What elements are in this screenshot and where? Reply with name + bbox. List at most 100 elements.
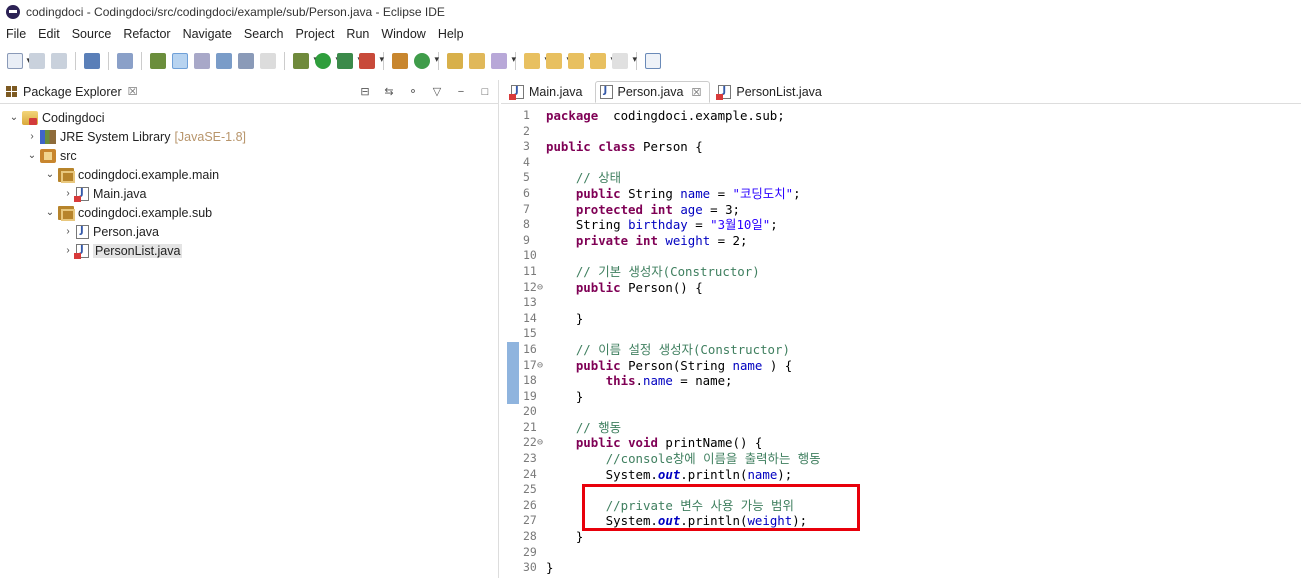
menu-project[interactable]: Project xyxy=(296,27,335,41)
save-icon[interactable] xyxy=(29,53,45,69)
java-file-icon xyxy=(76,224,89,239)
open-type-hierarchy-icon[interactable] xyxy=(447,53,463,69)
debug-icon[interactable] xyxy=(293,53,318,69)
line-number: 29 xyxy=(523,544,537,559)
collapse-all-icon[interactable]: ⊟ xyxy=(358,86,372,98)
menu-refactor[interactable]: Refactor xyxy=(123,27,170,41)
fold-collapse-icon[interactable] xyxy=(537,280,543,296)
editor-tab[interactable]: Person.java ☒ xyxy=(594,81,711,103)
previous-annotation-icon[interactable] xyxy=(546,53,571,69)
chevron-right-icon[interactable]: › xyxy=(62,245,74,256)
line-number: 16 xyxy=(501,341,546,358)
tree-item[interactable]: ⌄ Codingdoci xyxy=(0,108,498,127)
line-number: 2 xyxy=(523,123,530,138)
terminal-icon[interactable] xyxy=(84,53,100,69)
tree-item-label: PersonList.java xyxy=(93,243,183,258)
code-line: 2 xyxy=(501,124,1301,140)
line-number: 22 xyxy=(501,435,546,451)
menu-run[interactable]: Run xyxy=(346,27,369,41)
menu-help[interactable]: Help xyxy=(438,27,464,41)
fold-collapse-icon[interactable] xyxy=(537,435,543,451)
chevron-down-icon[interactable]: ⌄ xyxy=(8,112,20,123)
skip-breakpoints-icon[interactable] xyxy=(117,53,133,69)
menu-navigate[interactable]: Navigate xyxy=(183,27,232,41)
code-text: String birthday = "3월10일"; xyxy=(546,217,778,233)
run-icon[interactable] xyxy=(315,53,340,69)
link-with-editor-icon[interactable]: ⇆ xyxy=(382,86,396,98)
menu-edit[interactable]: Edit xyxy=(38,27,60,41)
tree-item[interactable]: › Person.java xyxy=(0,222,498,241)
pen-icon[interactable] xyxy=(491,53,516,69)
package-explorer-view: Package Explorer ☒ ⊟ ⇆ ⚬ ▽ − □ ⌄ Codingdo… xyxy=(0,80,499,578)
coverage-icon[interactable] xyxy=(337,53,362,69)
maximize-icon[interactable]: □ xyxy=(478,86,492,98)
line-number: 24 xyxy=(523,466,537,481)
menu-window[interactable]: Window xyxy=(381,27,425,41)
code-line: 14 } xyxy=(501,311,1301,327)
menu-source[interactable]: Source xyxy=(72,27,112,41)
external-tools-icon[interactable] xyxy=(359,53,384,69)
line-number: 15 xyxy=(523,326,537,341)
line-number: 18 xyxy=(501,373,546,389)
code-area[interactable]: 1 package codingdoci.example.sub; 2 3 public… xyxy=(501,104,1301,576)
line-number: 4 xyxy=(523,154,530,169)
pin-editor-icon[interactable] xyxy=(645,53,661,69)
back-icon[interactable] xyxy=(590,53,615,69)
line-number: 30 xyxy=(523,560,537,575)
code-text: public class Person { xyxy=(546,139,703,155)
last-edit-location-icon[interactable] xyxy=(568,53,593,69)
view-menu-icon[interactable]: ▽ xyxy=(430,86,444,98)
chevron-right-icon[interactable]: › xyxy=(62,188,74,199)
code-text: // 상태 xyxy=(575,170,622,186)
code-line: 22 public void printName() { xyxy=(501,435,1301,451)
chevron-down-icon[interactable]: ⌄ xyxy=(26,150,38,161)
code-text: public void printName() { xyxy=(575,435,763,451)
tree-item[interactable]: › PersonList.java xyxy=(0,241,498,260)
tree-item[interactable]: ⌄ src xyxy=(0,146,498,165)
block-selection-icon[interactable] xyxy=(238,53,254,69)
package-explorer-tab[interactable]: Package Explorer ☒ ⊟ ⇆ ⚬ ▽ − □ xyxy=(0,80,498,104)
editor-tab[interactable]: PersonList.java xyxy=(714,81,829,103)
editor-tab[interactable]: Main.java xyxy=(507,81,591,103)
menu-file[interactable]: File xyxy=(6,27,26,41)
line-number: 21 xyxy=(523,419,537,434)
chevron-down-icon[interactable]: ⌄ xyxy=(44,207,56,218)
code-text: } xyxy=(546,310,584,326)
line-number: 9 xyxy=(523,232,530,247)
package-explorer-title: Package Explorer xyxy=(23,84,122,99)
java-perspective-icon[interactable] xyxy=(150,53,166,69)
minimize-icon[interactable]: − xyxy=(454,86,468,98)
code-text: public Person() { xyxy=(575,279,703,295)
tree-item-label: Main.java xyxy=(93,186,147,201)
search-icon[interactable] xyxy=(216,53,232,69)
focus-icon[interactable]: ⚬ xyxy=(406,86,420,98)
open-folder-icon[interactable] xyxy=(469,53,485,69)
tree-item[interactable]: › Main.java xyxy=(0,184,498,203)
close-icon[interactable]: ☒ xyxy=(692,86,702,99)
save-all-icon[interactable] xyxy=(51,53,67,69)
menu-search[interactable]: Search xyxy=(244,27,284,41)
code-line: 13 xyxy=(501,295,1301,311)
tree-item-label: JRE System Library xyxy=(60,129,171,144)
library-icon xyxy=(40,129,56,144)
next-annotation-icon[interactable] xyxy=(524,53,549,69)
new-java-class-icon[interactable] xyxy=(414,53,439,69)
editor-tabbar: Main.java Person.java ☒ PersonList.java xyxy=(501,80,1301,104)
show-whitespace-icon[interactable] xyxy=(260,53,276,69)
mark-occurrences-icon[interactable] xyxy=(172,53,188,69)
chevron-right-icon[interactable]: › xyxy=(26,131,38,142)
forward-icon[interactable] xyxy=(612,53,637,69)
chevron-down-icon[interactable]: ⌄ xyxy=(44,169,56,180)
tree-item[interactable]: › JRE System Library [JavaSE-1.8] xyxy=(0,127,498,146)
fold-collapse-icon[interactable] xyxy=(537,358,543,374)
tree-item[interactable]: ⌄ codingdoci.example.sub xyxy=(0,203,498,222)
editor-tab-label: PersonList.java xyxy=(736,85,822,99)
chevron-right-icon[interactable]: › xyxy=(62,226,74,237)
tree-item[interactable]: ⌄ codingdoci.example.main xyxy=(0,165,498,184)
close-icon[interactable]: ☒ xyxy=(128,85,138,98)
new-java-package-icon[interactable] xyxy=(392,53,408,69)
open-type-icon[interactable] xyxy=(194,53,210,69)
new-icon[interactable] xyxy=(7,53,31,69)
project-icon xyxy=(22,110,38,125)
line-number: 6 xyxy=(523,185,530,200)
